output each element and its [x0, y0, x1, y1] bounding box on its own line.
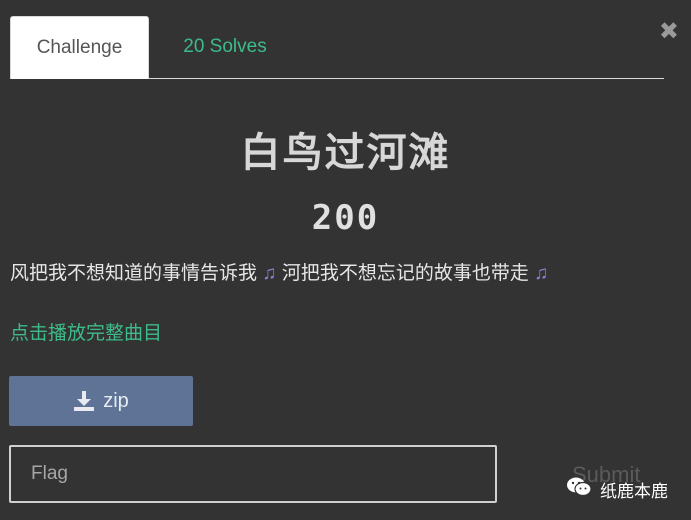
tab-bar: Challenge 20 Solves — [10, 16, 664, 79]
watermark-text: 纸鹿本鹿 — [600, 482, 668, 501]
challenge-points: 200 — [311, 198, 380, 238]
music-note-icon: ♫ — [534, 263, 549, 284]
flag-input[interactable] — [11, 447, 495, 501]
challenge-title: 白鸟过河滩 — [240, 130, 451, 176]
tab-challenge[interactable]: Challenge — [10, 16, 149, 79]
tab-solves[interactable]: 20 Solves — [165, 16, 285, 78]
download-zip-label: zip — [103, 389, 129, 412]
description-part-2: 河把我不想忘记的故事也带走 — [281, 263, 529, 284]
description-part-1: 风把我不想知道的事情告诉我 — [10, 263, 258, 284]
download-icon — [73, 390, 95, 412]
music-note-icon: ♫ — [262, 263, 277, 284]
download-zip-button[interactable]: zip — [9, 376, 193, 426]
play-full-track-link[interactable]: 点击播放完整曲目 — [10, 318, 162, 345]
watermark: 纸鹿本鹿 — [566, 476, 668, 503]
flag-field — [9, 445, 497, 503]
challenge-description: 风把我不想知道的事情告诉我 ♫ 河把我不想忘记的故事也带走 ♫ — [10, 258, 680, 285]
wechat-icon — [566, 476, 592, 503]
